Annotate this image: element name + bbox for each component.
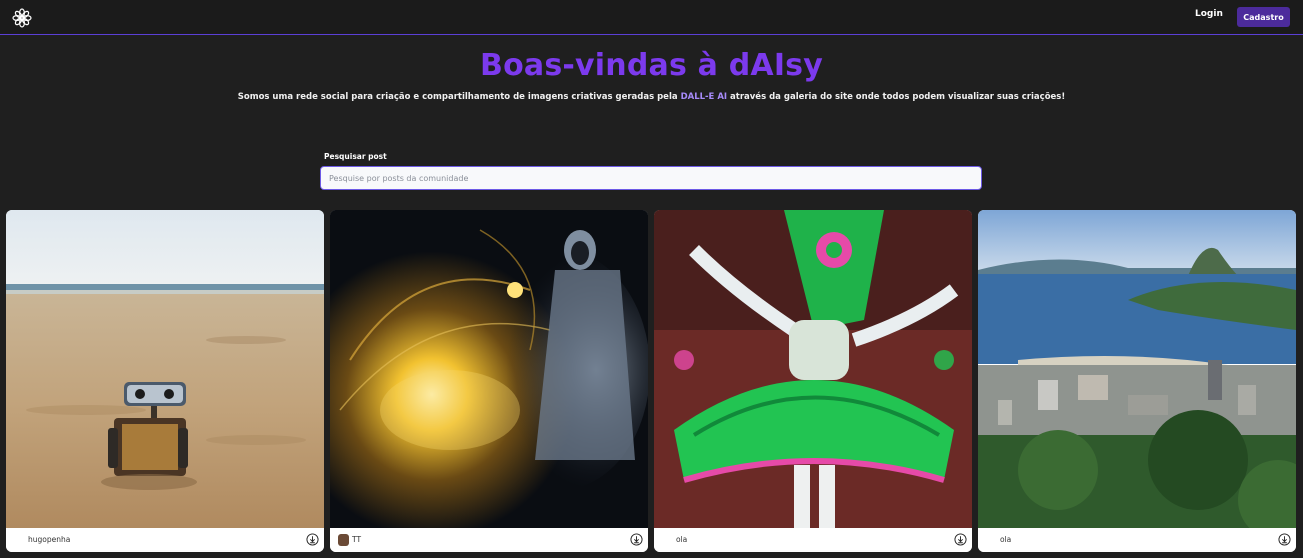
post-image-carnival-dancer[interactable] [654,210,972,528]
subtitle-text-end: através da galeria do site onde todos po… [727,92,1066,102]
download-icon[interactable] [954,533,967,546]
post-footer: hugopenha [6,528,324,552]
dalle-highlight: DALL-E AI [680,92,728,102]
download-icon[interactable] [630,533,643,546]
top-navbar: Login Cadastro [0,0,1303,35]
login-link[interactable]: Login [1195,9,1223,19]
post-image-robot-beach[interactable] [6,210,324,528]
post-author: ola [1000,535,1012,544]
post-card[interactable]: hugopenha [6,210,324,552]
page-title: Boas-vindas à dAIsy [480,48,823,83]
search-label: Pesquisar post [324,152,387,161]
post-footer: TT [330,528,648,552]
author-avatar [338,534,349,546]
post-footer: ola [978,528,1296,552]
post-card[interactable]: TT [330,210,648,552]
post-card[interactable]: ola [978,210,1296,552]
download-icon[interactable] [1278,533,1291,546]
download-icon[interactable] [306,533,319,546]
flower-logo-icon[interactable] [12,8,32,28]
search-input[interactable] [320,166,982,190]
post-author: hugopenha [28,535,71,544]
post-footer: ola [654,528,972,552]
subtitle-text-start: Somos uma rede social para criação e com… [237,92,681,102]
post-card[interactable]: ola [654,210,972,552]
post-image-cosmic-wizard[interactable] [330,210,648,528]
page-subtitle: Somos uma rede social para criação e com… [0,92,1303,102]
post-author: TT [352,535,362,544]
signup-button[interactable]: Cadastro [1237,7,1290,27]
post-author: ola [676,535,688,544]
post-image-rio-view[interactable] [978,210,1296,528]
